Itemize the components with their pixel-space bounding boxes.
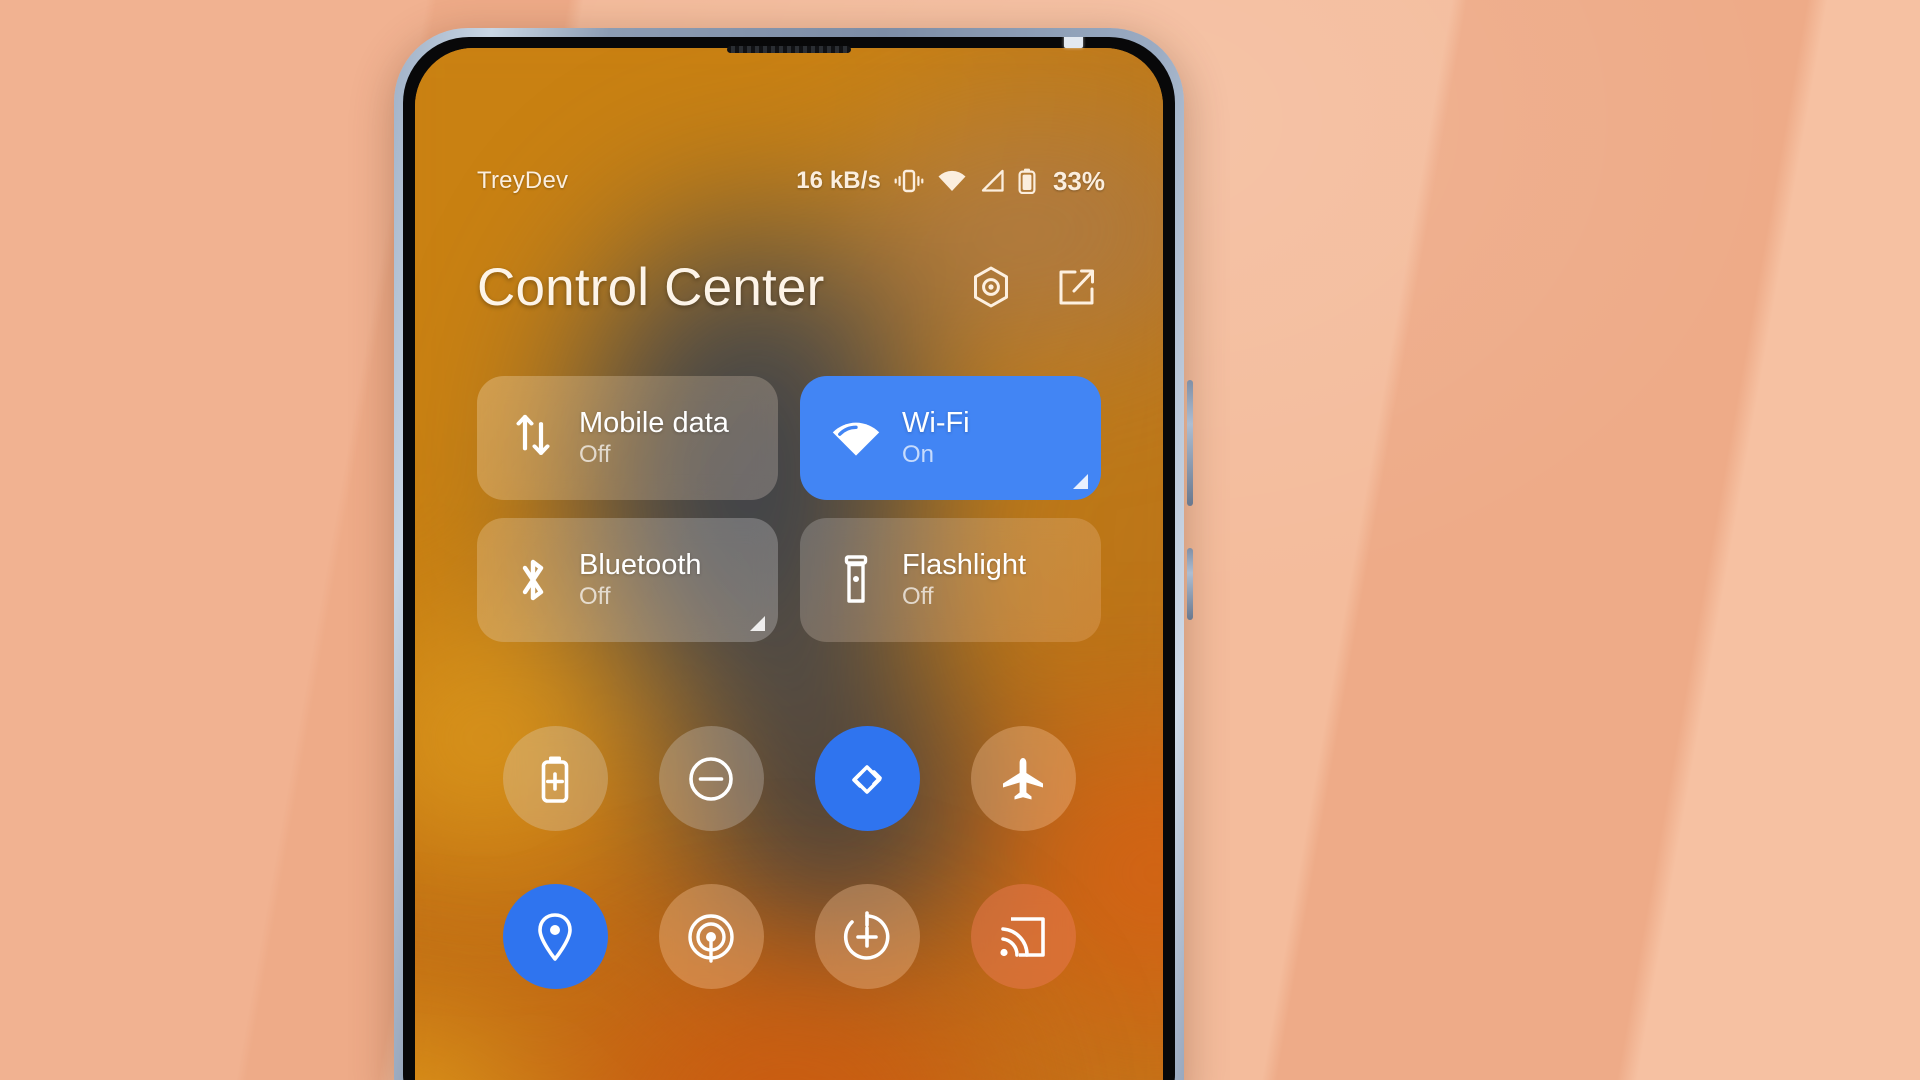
settings-button[interactable] — [967, 263, 1015, 311]
broadcast-icon — [688, 913, 734, 963]
hex-gear-icon — [974, 266, 1008, 308]
volume-key[interactable] — [1187, 380, 1193, 506]
tile-label: Bluetooth — [579, 548, 702, 581]
phone-bezel: TreyDev 16 kB/s 33% Control Center Mobil… — [403, 37, 1175, 1080]
battery-saver-toggle[interactable] — [502, 726, 608, 831]
page-title: Control Center — [477, 257, 825, 317]
tile-flashlight[interactable]: Flashlight Off — [800, 518, 1101, 642]
header-actions — [967, 263, 1101, 311]
edit-button[interactable] — [1053, 263, 1101, 311]
bluetooth-icon — [507, 553, 559, 607]
wifi-icon — [830, 416, 882, 460]
phone-device: TreyDev 16 kB/s 33% Control Center Mobil… — [394, 28, 1193, 1080]
auto-rotate-toggle[interactable] — [814, 726, 920, 831]
cast-screen-icon — [1000, 916, 1045, 957]
airplane-mode-toggle[interactable] — [970, 726, 1076, 831]
earpiece-speaker-grille — [727, 46, 851, 53]
tile-expand-corner-icon[interactable] — [750, 616, 765, 631]
data-transfer-icon — [507, 413, 559, 463]
dnd-toggle[interactable] — [658, 726, 764, 831]
frame-sensor-notch — [1064, 37, 1083, 48]
round-toggle-row-1 — [477, 726, 1101, 831]
screenshot-toggle[interactable] — [814, 884, 920, 989]
location-pin-icon — [538, 912, 572, 961]
tile-wifi[interactable]: Wi-Fi On — [800, 376, 1101, 500]
airplane-icon — [1003, 757, 1043, 799]
battery-icon — [1018, 168, 1036, 194]
target-plus-icon — [843, 910, 890, 960]
wifi-icon — [937, 169, 967, 193]
edit-pencil-icon — [1059, 269, 1094, 305]
hotspot-toggle[interactable] — [658, 884, 764, 989]
do-not-disturb-icon — [689, 756, 733, 801]
network-speed-label: 16 kB/s — [796, 167, 881, 194]
phone-screen: TreyDev 16 kB/s 33% Control Center Mobil… — [415, 48, 1163, 1080]
tile-label: Wi-Fi — [902, 406, 970, 439]
battery-plus-icon — [541, 756, 569, 803]
tile-state: Off — [902, 583, 934, 611]
tile-label: Flashlight — [902, 548, 1027, 581]
tile-text: Flashlight Off — [902, 549, 1026, 611]
vibrate-icon — [894, 168, 924, 194]
flashlight-icon — [830, 553, 882, 607]
round-toggle-row-2 — [477, 884, 1101, 989]
tile-expand-corner-icon[interactable] — [1073, 474, 1088, 489]
tile-text: Mobile data Off — [579, 407, 729, 469]
cast-toggle[interactable] — [970, 884, 1076, 989]
tile-state: Off — [579, 441, 611, 469]
signal-icon — [980, 169, 1005, 193]
status-bar: TreyDev 16 kB/s 33% — [415, 160, 1163, 202]
control-center-header: Control Center — [415, 248, 1163, 326]
tile-state: On — [902, 441, 935, 469]
tile-mobile-data[interactable]: Mobile data Off — [477, 376, 778, 500]
battery-percent-label: 33% — [1052, 165, 1105, 196]
screenshot-stage: TreyDev 16 kB/s 33% Control Center Mobil… — [0, 0, 1920, 1080]
tile-state: Off — [579, 583, 611, 611]
tile-text: Wi-Fi On — [902, 407, 970, 469]
power-key[interactable] — [1187, 548, 1193, 620]
status-bar-right: 16 kB/s 33% — [796, 166, 1105, 197]
tile-bluetooth[interactable]: Bluetooth Off — [477, 518, 778, 642]
location-toggle[interactable] — [502, 884, 608, 989]
auto-rotate-icon — [852, 764, 882, 794]
tile-text: Bluetooth Off — [579, 549, 702, 611]
quick-settings-tiles: Mobile data Off Wi-Fi On Bluetooth Off F… — [477, 376, 1101, 642]
carrier-label: TreyDev — [477, 167, 569, 194]
tile-label: Mobile data — [579, 406, 729, 439]
